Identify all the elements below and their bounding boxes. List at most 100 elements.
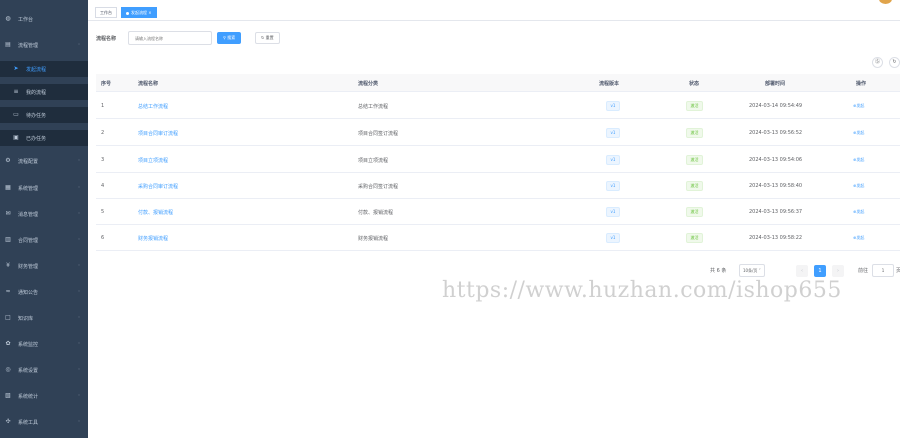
refresh-button[interactable]: ↻ <box>889 57 900 68</box>
cell-index: 5 <box>101 209 105 215</box>
sidebar-item-label: 系统管理 <box>18 185 39 192</box>
reset-button[interactable]: ↻ 重置 <box>255 32 280 44</box>
cell-name-link[interactable]: 项目合同审订流程 <box>138 130 178 137</box>
sidebar-item-stats[interactable]: ▧ 系统统计 ˅ <box>0 388 88 404</box>
sidebar-item-my-process[interactable]: ≡ 我的流程 <box>0 84 88 100</box>
table-row: 5 付款、报销流程 付款、报销流程 v1 激活 2024-03-13 09:56… <box>96 199 900 225</box>
sidebar-item-notice[interactable]: ≈ 通知公告 ˅ <box>0 284 88 300</box>
col-category: 流程分类 <box>358 81 379 87</box>
sidebar-item-label: 知识库 <box>18 315 34 322</box>
state-tag: 激活 <box>686 155 703 165</box>
sidebar-item-message-management[interactable]: ✉ 消息管理 ˅ <box>0 206 88 222</box>
col-index: 序号 <box>101 81 112 87</box>
prev-page-button[interactable]: ‹ <box>796 265 808 277</box>
sidebar-item-todo-tasks[interactable]: ▭ 待办任务 <box>0 107 88 123</box>
cell-category: 付款、报销流程 <box>358 210 394 216</box>
sidebar-item-contract-management[interactable]: ▥ 合同管理 ˅ <box>0 232 88 248</box>
sidebar-item-label: 我的流程 <box>26 89 47 96</box>
sidebar-item-monitor[interactable]: ✿ 系统监控 ˅ <box>0 336 88 352</box>
message-icon: ✉ <box>5 210 11 217</box>
state-tag: 激活 <box>686 101 703 111</box>
todo-icon: ▭ <box>13 111 19 118</box>
cell-category: 采购合同签订流程 <box>358 184 399 190</box>
notice-icon: ≈ <box>5 288 11 295</box>
cell-name-link[interactable]: 项目立项流程 <box>138 157 168 164</box>
sidebar-item-system-management[interactable]: ▦ 系统管理 ˅ <box>0 180 88 196</box>
start-button[interactable]: ⊕发起 <box>853 103 864 109</box>
toggle-search-button[interactable]: Ⓢ <box>872 57 883 68</box>
cell-name-link[interactable]: 付款、报销流程 <box>138 209 173 216</box>
process-name-input[interactable] <box>128 31 212 45</box>
goto-page-input[interactable]: 1 <box>872 264 894 277</box>
next-page-button[interactable]: › <box>832 265 844 277</box>
cell-category: 项目合同签订流程 <box>358 131 399 137</box>
sidebar-item-label: 流程配置 <box>18 158 39 165</box>
state-tag: 激活 <box>686 128 703 138</box>
version-tag: v1 <box>606 207 620 217</box>
goto-label: 前往 <box>858 268 869 274</box>
sidebar-item-label: 财务管理 <box>18 263 39 270</box>
start-button[interactable]: ⊕发起 <box>853 130 864 136</box>
cell-category: 财务报销流程 <box>358 236 389 242</box>
cell-deploy-time: 2024-03-13 09:56:37 <box>749 209 803 215</box>
cell-index: 1 <box>101 103 105 109</box>
done-icon: ▣ <box>13 134 19 141</box>
cell-category: 总结工作流程 <box>358 104 389 110</box>
sidebar-item-label: 消息管理 <box>18 211 39 218</box>
cell-name-link[interactable]: 采购合同审订流程 <box>138 183 178 190</box>
start-button[interactable]: ⊕发起 <box>853 183 864 189</box>
sidebar-item-finance-management[interactable]: ¥ 财务管理 ˅ <box>0 258 88 274</box>
version-tag: v1 <box>606 128 620 138</box>
sidebar-item-label: 发起流程 <box>26 66 47 73</box>
cell-name-link[interactable]: 总结工作流程 <box>138 103 168 110</box>
version-tag: v1 <box>606 181 620 191</box>
table-row: 6 财务报销流程 财务报销流程 v1 激活 2024-03-13 09:58:2… <box>96 225 900 251</box>
cell-deploy-time: 2024-03-13 09:58:22 <box>749 235 803 241</box>
col-state: 状态 <box>689 81 700 87</box>
search-button[interactable]: ⚲ 搜索 <box>217 32 242 44</box>
sidebar-item-done-tasks[interactable]: ▣ 已办任务 <box>0 130 88 146</box>
monitor-icon: ✿ <box>5 340 11 347</box>
sidebar-item-label: 流程管理 <box>18 42 39 49</box>
state-tag: 激活 <box>686 207 703 217</box>
tag-start-process[interactable]: 发起流程 × <box>121 7 157 18</box>
sidebar-item-label: 系统设置 <box>18 367 39 374</box>
chevron-up-icon: ˄ <box>78 43 80 48</box>
start-button[interactable]: ⊕发起 <box>853 235 864 241</box>
state-tag: 激活 <box>686 233 703 243</box>
chevron-down-icon: ˅ <box>78 212 80 217</box>
settings-icon: ◎ <box>5 366 11 373</box>
cell-deploy-time: 2024-03-14 09:54:49 <box>749 103 803 109</box>
chevron-down-icon: ˅ <box>78 159 80 164</box>
page-1-button[interactable]: 1 <box>814 265 826 277</box>
sidebar-item-flow-management[interactable]: ▤ 流程管理 ˄ <box>0 37 88 53</box>
table-row: 4 采购合同审订流程 采购合同签订流程 v1 激活 2024-03-13 09:… <box>96 173 900 199</box>
sidebar-item-tools[interactable]: ✣ 系统工具 ˅ <box>0 414 88 430</box>
cell-name-link[interactable]: 财务报销流程 <box>138 235 168 242</box>
chevron-down-icon: ˅ <box>78 394 80 399</box>
sidebar-item-flow-config[interactable]: ⚙ 流程配置 ˅ <box>0 153 88 169</box>
tools-icon: ✣ <box>5 418 11 425</box>
cell-index: 4 <box>101 183 105 189</box>
start-button[interactable]: ⊕发起 <box>853 157 864 163</box>
navbar <box>88 0 900 4</box>
cell-index: 6 <box>101 235 105 241</box>
dashboard-icon: ◍ <box>5 15 11 22</box>
cell-deploy-time: 2024-03-13 09:58:40 <box>749 183 803 189</box>
sidebar-item-dashboard[interactable]: ◍ 工作台 <box>0 11 88 27</box>
version-tag: v1 <box>606 155 620 165</box>
knowledge-icon: □ <box>5 314 11 321</box>
sidebar-item-start-process[interactable]: ➤ 发起流程 <box>0 61 88 77</box>
page-suffix: 页 <box>896 268 900 274</box>
version-tag: v1 <box>606 101 620 111</box>
chevron-down-icon: ˅ <box>78 238 80 243</box>
page-size-select[interactable]: 10条/页 ˅ <box>739 264 765 277</box>
tag-dashboard[interactable]: 工作台 <box>95 7 117 18</box>
sidebar: ◍ 工作台 ▤ 流程管理 ˄ ➤ 发起流程 ≡ 我的流程 ▭ 待办任务 ▣ 已办… <box>0 0 88 438</box>
start-button[interactable]: ⊕发起 <box>853 209 864 215</box>
flow-icon: ▤ <box>5 41 11 48</box>
sidebar-item-knowledge[interactable]: □ 知识库 ˅ <box>0 310 88 326</box>
sidebar-item-settings[interactable]: ◎ 系统设置 ˅ <box>0 362 88 378</box>
chevron-down-icon: ˅ <box>78 368 80 373</box>
chevron-down-icon: ˅ <box>78 420 80 425</box>
